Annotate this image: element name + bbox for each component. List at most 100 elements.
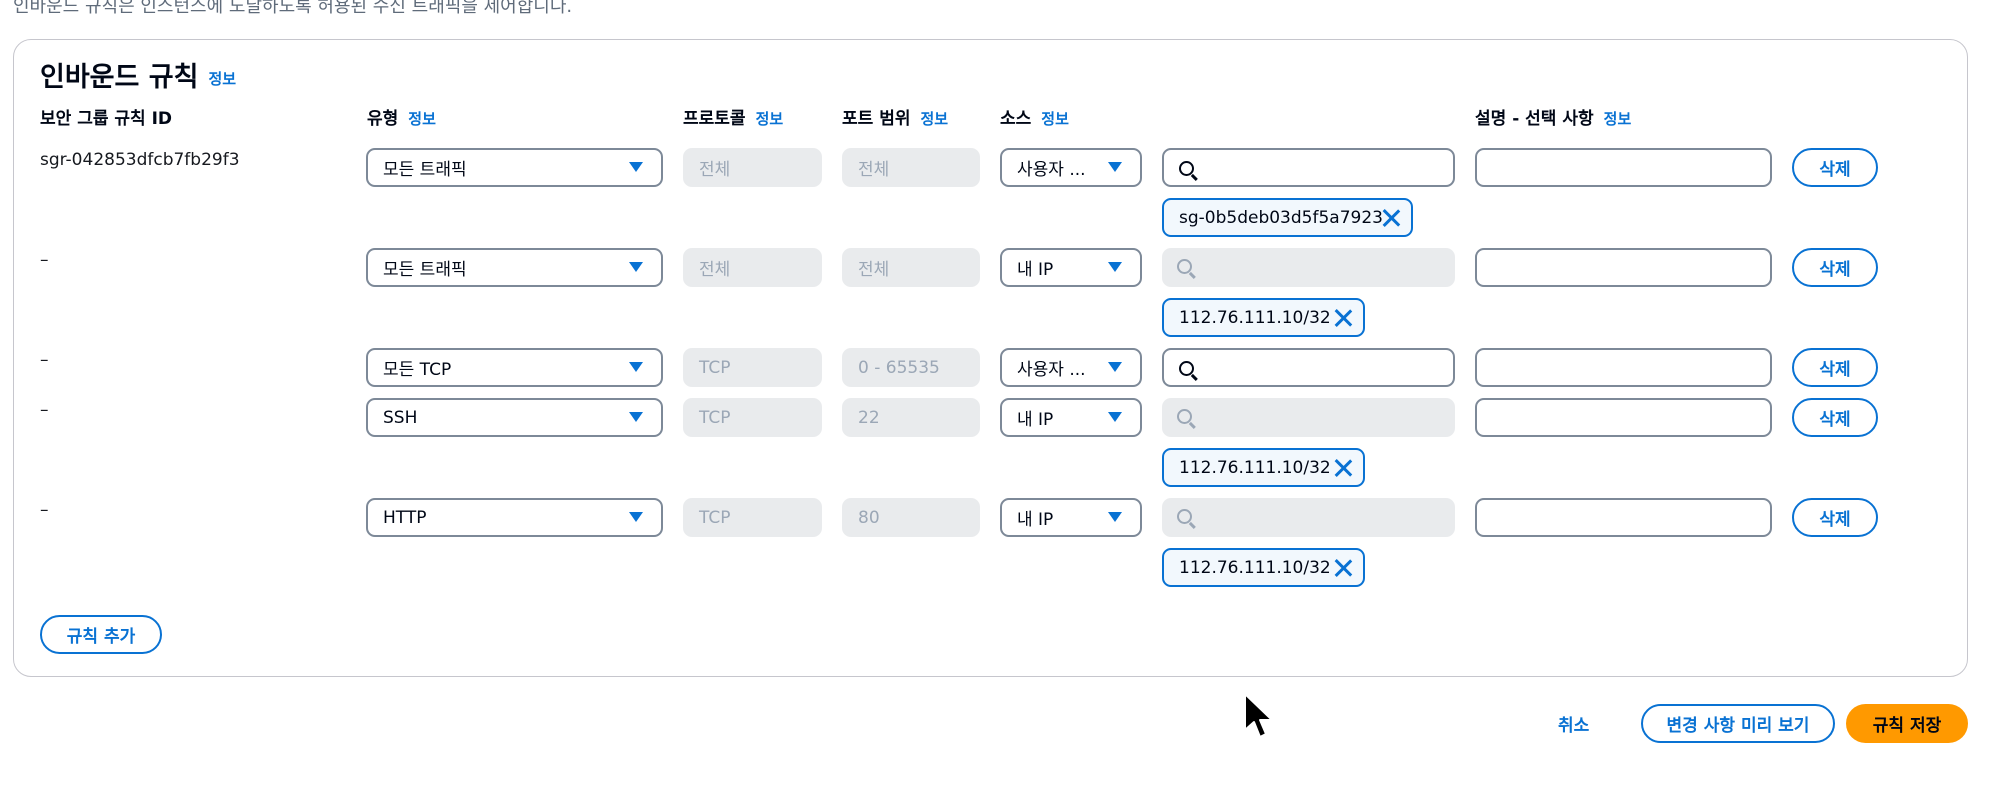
title-info-link[interactable]: 정보 bbox=[208, 70, 236, 88]
source-token-value: 112.76.111.10/32 bbox=[1179, 457, 1331, 478]
port-range-field: 80 bbox=[842, 498, 980, 537]
search-icon bbox=[1177, 509, 1192, 524]
column-header-rule-id-label: 보안 그룹 규칙 ID bbox=[40, 109, 173, 129]
panel-title: 인바운드 규칙 정보 bbox=[40, 55, 236, 94]
protocol-field: TCP bbox=[683, 498, 822, 537]
panel-title-text: 인바운드 규칙 bbox=[40, 62, 199, 93]
rule-id: sgr-042853dfcb7fb29f3 bbox=[40, 150, 240, 170]
source-select[interactable]: 사용자 ... bbox=[1000, 148, 1142, 187]
protocol-field: 전체 bbox=[683, 248, 822, 287]
description-input[interactable] bbox=[1475, 398, 1772, 437]
mouse-cursor-icon bbox=[1244, 693, 1273, 738]
description-input[interactable] bbox=[1475, 248, 1772, 287]
caret-down-icon bbox=[1108, 262, 1122, 272]
rule-id: – bbox=[40, 400, 49, 420]
delete-button[interactable]: 삭제 bbox=[1792, 148, 1878, 187]
source-token-value: 112.76.111.10/32 bbox=[1179, 557, 1331, 578]
source-select-value: 사용자 ... bbox=[1017, 360, 1086, 380]
source-info-link[interactable]: 정보 bbox=[1041, 110, 1069, 128]
protocol-field: 전체 bbox=[683, 148, 822, 187]
source-select[interactable]: 내 IP bbox=[1000, 248, 1142, 287]
description-input[interactable] bbox=[1475, 348, 1772, 387]
column-header-protocol: 프로토콜 정보 bbox=[683, 104, 783, 129]
rule-id: – bbox=[40, 500, 49, 520]
source-token: 112.76.111.10/32 bbox=[1162, 448, 1365, 487]
source-select[interactable]: 사용자 ... bbox=[1000, 348, 1142, 387]
caret-down-icon bbox=[629, 412, 643, 422]
delete-button[interactable]: 삭제 bbox=[1792, 248, 1878, 287]
close-icon[interactable] bbox=[1333, 458, 1353, 478]
source-search-input bbox=[1162, 398, 1455, 437]
search-icon bbox=[1179, 361, 1194, 376]
source-select-value: 사용자 ... bbox=[1017, 160, 1086, 180]
delete-button[interactable]: 삭제 bbox=[1792, 398, 1878, 437]
column-header-source-label: 소스 bbox=[1000, 109, 1032, 129]
column-header-source: 소스 정보 bbox=[1000, 104, 1069, 129]
caret-down-icon bbox=[1108, 412, 1122, 422]
rule-id: – bbox=[40, 350, 49, 370]
description-info-link[interactable]: 정보 bbox=[1604, 110, 1632, 128]
source-search-input[interactable] bbox=[1162, 148, 1455, 187]
type-select-value: 모든 TCP bbox=[383, 360, 452, 380]
add-rule-button[interactable]: 규칙 추가 bbox=[40, 615, 162, 654]
type-select-value: 모든 트래픽 bbox=[383, 260, 467, 280]
cancel-button[interactable]: 취소 bbox=[1558, 711, 1589, 736]
delete-button[interactable]: 삭제 bbox=[1792, 348, 1878, 387]
type-select[interactable]: 모든 트래픽 bbox=[366, 148, 663, 187]
protocol-field: TCP bbox=[683, 398, 822, 437]
port-range-field: 22 bbox=[842, 398, 980, 437]
source-token-value: sg-0b5deb03d5f5a7923 bbox=[1179, 207, 1383, 228]
close-icon[interactable] bbox=[1333, 558, 1353, 578]
search-icon bbox=[1177, 409, 1192, 424]
column-header-description-label: 설명 - 선택 사항 bbox=[1475, 109, 1594, 129]
caret-down-icon bbox=[629, 362, 643, 372]
column-header-type: 유형 정보 bbox=[367, 104, 436, 129]
source-token: 112.76.111.10/32 bbox=[1162, 548, 1365, 587]
caret-down-icon bbox=[1108, 512, 1122, 522]
inbound-rules-description: 인바운드 규칙은 인스턴스에 도달하도록 허용된 수신 트래픽을 제어합니다. bbox=[13, 0, 573, 17]
type-select[interactable]: HTTP bbox=[366, 498, 663, 537]
description-input[interactable] bbox=[1475, 148, 1772, 187]
caret-down-icon bbox=[629, 512, 643, 522]
caret-down-icon bbox=[629, 262, 643, 272]
search-icon bbox=[1179, 161, 1194, 176]
port-range-field: 전체 bbox=[842, 148, 980, 187]
delete-button[interactable]: 삭제 bbox=[1792, 498, 1878, 537]
save-rules-button[interactable]: 규칙 저장 bbox=[1846, 704, 1968, 743]
type-select-value: HTTP bbox=[383, 507, 427, 528]
type-select[interactable]: 모든 트래픽 bbox=[366, 248, 663, 287]
rule-id: – bbox=[40, 250, 49, 270]
column-header-port-range: 포트 범위 정보 bbox=[842, 104, 948, 129]
protocol-field: TCP bbox=[683, 348, 822, 387]
preview-changes-button[interactable]: 변경 사항 미리 보기 bbox=[1641, 704, 1835, 743]
column-header-rule-id: 보안 그룹 규칙 ID bbox=[40, 104, 172, 129]
type-select-value: SSH bbox=[383, 407, 418, 428]
protocol-info-link[interactable]: 정보 bbox=[756, 110, 784, 128]
type-select-value: 모든 트래픽 bbox=[383, 160, 467, 180]
caret-down-icon bbox=[629, 162, 643, 172]
source-search-input bbox=[1162, 248, 1455, 287]
close-icon[interactable] bbox=[1333, 308, 1353, 328]
column-header-port-range-label: 포트 범위 bbox=[842, 109, 911, 129]
source-token-value: 112.76.111.10/32 bbox=[1179, 307, 1331, 328]
close-icon[interactable] bbox=[1381, 208, 1401, 228]
description-input[interactable] bbox=[1475, 498, 1772, 537]
search-icon bbox=[1177, 259, 1192, 274]
type-info-link[interactable]: 정보 bbox=[408, 110, 436, 128]
source-search-input bbox=[1162, 498, 1455, 537]
caret-down-icon bbox=[1108, 162, 1122, 172]
column-header-type-label: 유형 bbox=[367, 109, 399, 129]
type-select[interactable]: SSH bbox=[366, 398, 663, 437]
column-header-description: 설명 - 선택 사항 정보 bbox=[1475, 104, 1631, 129]
source-search-input[interactable] bbox=[1162, 348, 1455, 387]
source-select[interactable]: 내 IP bbox=[1000, 498, 1142, 537]
source-select-value: 내 IP bbox=[1017, 510, 1054, 530]
source-select[interactable]: 내 IP bbox=[1000, 398, 1142, 437]
port-range-info-link[interactable]: 정보 bbox=[920, 110, 948, 128]
type-select[interactable]: 모든 TCP bbox=[366, 348, 663, 387]
source-token: 112.76.111.10/32 bbox=[1162, 298, 1365, 337]
port-range-field: 0 - 65535 bbox=[842, 348, 980, 387]
column-header-protocol-label: 프로토콜 bbox=[683, 109, 746, 129]
port-range-field: 전체 bbox=[842, 248, 980, 287]
source-token: sg-0b5deb03d5f5a7923 bbox=[1162, 198, 1413, 237]
